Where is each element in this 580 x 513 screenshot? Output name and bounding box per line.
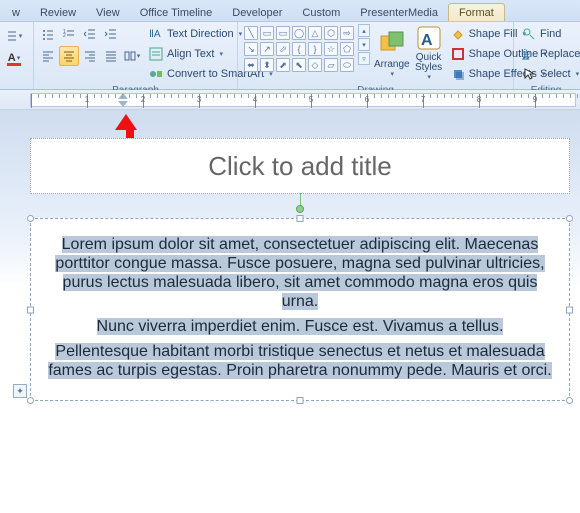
body-paragraph[interactable]: Nunc viverra imperdiet enim. Fusce est. … xyxy=(47,317,553,336)
tab-view[interactable]: View xyxy=(86,4,130,21)
decrease-indent-button[interactable] xyxy=(80,24,100,44)
tab-developer[interactable]: Developer xyxy=(222,4,292,21)
quick-styles-button[interactable]: A Quick Styles▾ xyxy=(414,24,444,82)
ribbon: ▾ A ▾ 12 xyxy=(0,22,580,90)
selection-handle[interactable] xyxy=(566,397,573,404)
shapes-gallery[interactable]: ╲▭▭◯△⬡⇨ ↘↗⬀{}☆⬠ ⬌⬍⬈⬉◇▱⬭ xyxy=(242,24,356,74)
align-left-button[interactable] xyxy=(38,46,58,66)
select-button[interactable]: Select▾ xyxy=(518,64,580,84)
body-paragraph[interactable]: Lorem ipsum dolor sit amet, consectetuer… xyxy=(47,235,553,311)
first-line-indent-marker[interactable] xyxy=(118,93,128,99)
autofit-options-button[interactable]: ✦ xyxy=(13,384,27,398)
arrange-icon xyxy=(378,29,406,57)
find-icon xyxy=(522,27,536,41)
selection-handle[interactable] xyxy=(566,215,573,222)
tab-presentermedia[interactable]: PresenterMedia xyxy=(350,4,448,21)
svg-text:A: A xyxy=(421,32,433,49)
text-direction-icon: ⅡA xyxy=(149,27,163,41)
numbering-button[interactable]: 12 xyxy=(59,24,79,44)
smartart-icon xyxy=(149,67,163,81)
content-placeholder[interactable]: Lorem ipsum dolor sit amet, consectetuer… xyxy=(30,218,570,401)
horizontal-ruler[interactable]: 123456789 xyxy=(0,90,580,110)
tab-custom[interactable]: Custom xyxy=(292,4,350,21)
svg-text:ⅡA: ⅡA xyxy=(149,29,161,40)
columns-button[interactable]: ▾ xyxy=(122,46,142,66)
selection-handle[interactable] xyxy=(27,397,34,404)
align-center-button[interactable] xyxy=(59,46,79,66)
replace-button[interactable]: ab Replace▾ xyxy=(518,44,580,64)
tab-truncated[interactable]: w xyxy=(2,4,30,21)
selection-handle[interactable] xyxy=(566,306,573,313)
font-color-button[interactable]: A ▾ xyxy=(4,48,24,68)
tab-office-timeline[interactable]: Office Timeline xyxy=(130,4,223,21)
replace-icon: ab xyxy=(522,47,536,61)
selection-handle[interactable] xyxy=(27,215,34,222)
shape-outline-icon xyxy=(451,47,465,61)
bullets-button[interactable] xyxy=(38,24,58,44)
align-text-icon xyxy=(149,47,163,61)
justify-button[interactable] xyxy=(101,46,121,66)
title-placeholder[interactable]: Click to add title xyxy=(30,138,570,194)
svg-text:2: 2 xyxy=(63,33,66,39)
body-paragraph[interactable]: Pellentesque habitant morbi tristique se… xyxy=(47,342,553,380)
ribbon-tabs: w Review View Office Timeline Developer … xyxy=(0,0,580,22)
hanging-indent-marker[interactable] xyxy=(118,101,128,107)
line-spacing-button[interactable]: ▾ xyxy=(4,26,24,46)
tab-review[interactable]: Review xyxy=(30,4,86,21)
rotate-handle[interactable] xyxy=(296,205,304,213)
shape-effects-icon xyxy=(451,67,465,81)
selection-handle[interactable] xyxy=(297,215,304,222)
align-right-button[interactable] xyxy=(80,46,100,66)
quick-styles-icon: A xyxy=(415,25,443,51)
slide-editor: Click to add title Lorem ipsum dolor sit… xyxy=(0,110,580,513)
shape-fill-icon xyxy=(451,27,465,41)
title-placeholder-text: Click to add title xyxy=(208,151,392,182)
selection-handle[interactable] xyxy=(27,306,34,313)
shapes-scroll[interactable]: ▴▾▿ xyxy=(358,24,370,74)
find-button[interactable]: Find xyxy=(518,24,580,44)
increase-indent-button[interactable] xyxy=(101,24,121,44)
svg-text:ab: ab xyxy=(522,50,530,57)
arrange-button[interactable]: Arrange▾ xyxy=(373,24,411,82)
tab-format[interactable]: Format xyxy=(448,3,505,21)
selection-handle[interactable] xyxy=(297,397,304,404)
select-icon xyxy=(522,67,536,81)
